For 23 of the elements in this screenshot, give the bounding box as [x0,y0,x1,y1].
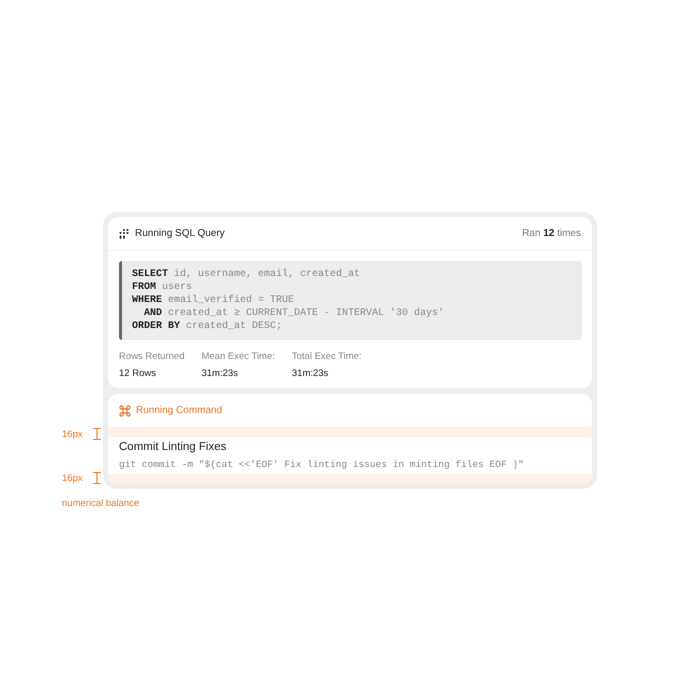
spacing-label: 16px [62,428,83,440]
code-line: SELECT id, username, email, created_at [132,268,362,281]
code-line: FROM users [132,281,194,294]
code-line: AND created_at ≥ CURRENT_DATE - INTERVAL '30 days' [143,307,446,320]
command-text: git commit -m "$(cat <<'EOF' Fix linting issues in minting files EOF )" [118,458,525,472]
annotation-note: numerical balance [62,498,140,509]
stat-value: 31m:23s [292,368,330,379]
stat-label: Mean Exec Time: [201,351,275,362]
spacing-label: 16px [62,472,83,484]
stat-value: 12 Rows [119,368,157,379]
code-line: WHERE email_verified = TRUE [132,294,296,307]
stat-value: 31m:23s [201,368,239,379]
spacing-marker-icon [92,428,102,440]
command-title: Commit Linting Fixes [118,440,228,455]
command-key-icon [119,404,131,416]
card-title: Running SQL Query [135,228,226,239]
run-count: Ran 12 times [522,228,581,239]
code-line: ORDER BY created_at DESC; [132,320,284,333]
card-title: Running Command [136,405,222,416]
stat-label: Rows Returned [119,351,184,362]
spacing-marker-icon [92,472,102,484]
stat-label: Total Exec Time: [292,351,362,362]
dots-icon [119,228,129,238]
